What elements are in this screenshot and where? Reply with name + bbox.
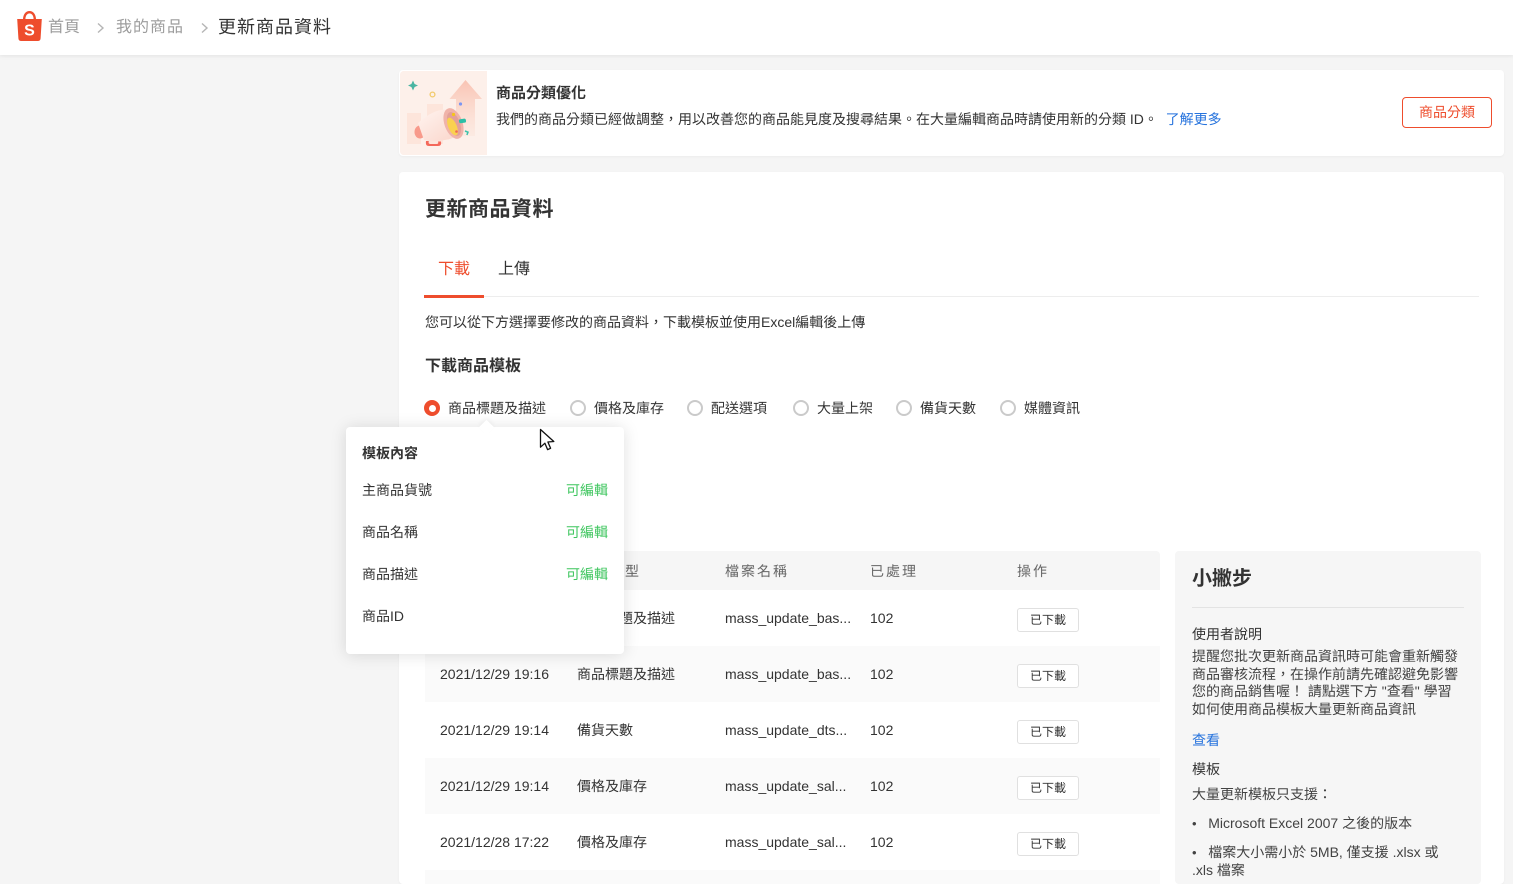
- svg-text:S: S: [24, 23, 35, 40]
